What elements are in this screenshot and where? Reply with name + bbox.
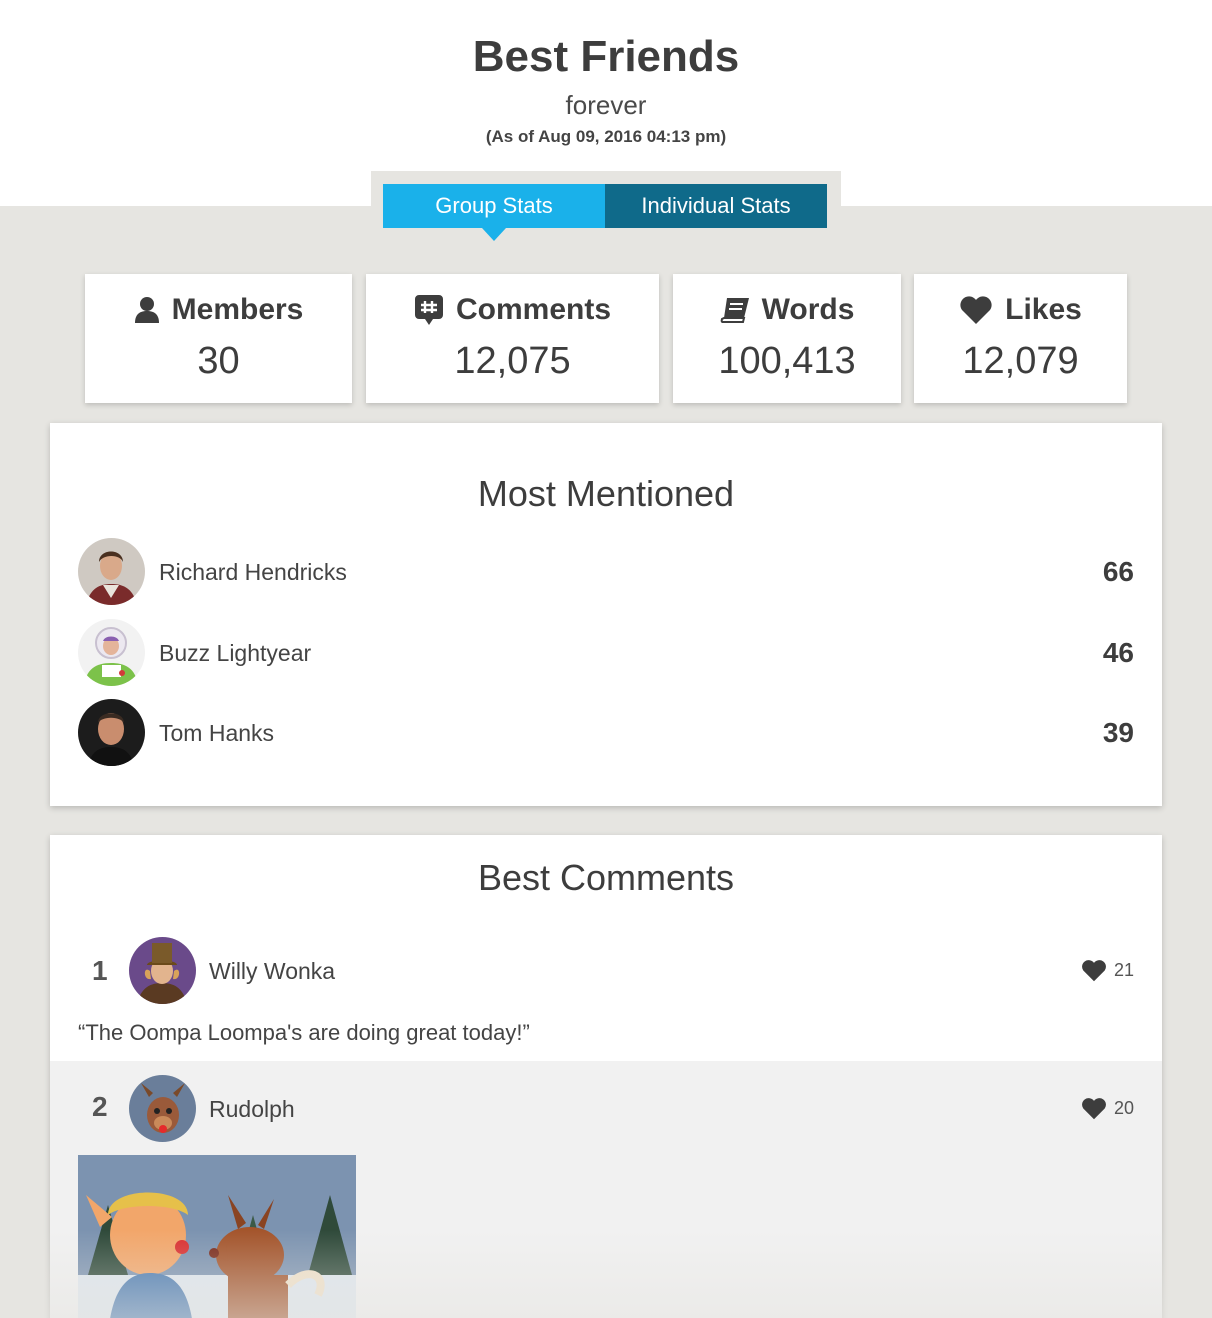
avatar bbox=[78, 699, 145, 766]
comment-likes: 21 bbox=[1081, 959, 1134, 982]
heart-icon bbox=[1082, 1098, 1106, 1120]
stat-label-likes: Likes bbox=[1005, 293, 1082, 326]
mentioned-row[interactable]: Buzz Lightyear 46 bbox=[50, 619, 1162, 687]
stat-label-words: Words bbox=[761, 293, 855, 326]
chat-hash-icon bbox=[414, 295, 443, 325]
mentioned-row[interactable]: Richard Hendricks 66 bbox=[50, 538, 1162, 606]
stat-label-comments: Comments bbox=[455, 293, 612, 326]
comment-item[interactable]: 2 Rudolph 20 bbox=[50, 1061, 1162, 1318]
comment-text: “The Oompa Loompa's are doing great toda… bbox=[78, 1020, 530, 1045]
tab-group-stats[interactable]: Group Stats bbox=[383, 184, 605, 228]
avatar bbox=[129, 1075, 196, 1142]
comment-likes: 20 bbox=[1081, 1097, 1134, 1120]
mentioned-row[interactable]: Tom Hanks 39 bbox=[50, 699, 1162, 767]
heart-icon bbox=[960, 296, 992, 324]
stat-value-words: 100,413 bbox=[718, 340, 856, 382]
group-subtitle: forever bbox=[565, 90, 647, 120]
avatar bbox=[78, 538, 145, 605]
mention-count: 66 bbox=[1102, 556, 1134, 587]
avatar bbox=[129, 937, 196, 1004]
user-icon bbox=[134, 297, 159, 323]
person-name: Buzz Lightyear bbox=[159, 640, 312, 666]
stat-card-members: Members 30 bbox=[85, 274, 352, 403]
as-of-timestamp: (As of Aug 09, 2016 04:13 pm) bbox=[485, 127, 727, 146]
active-tab-pointer bbox=[482, 228, 506, 241]
mention-count: 46 bbox=[1102, 637, 1134, 668]
comment-like-count: 21 bbox=[1113, 960, 1134, 980]
stat-label-members: Members bbox=[171, 293, 304, 326]
group-title: Best Friends bbox=[472, 32, 740, 81]
most-mentioned-title: Most Mentioned bbox=[477, 473, 735, 514]
stat-card-likes: Likes 12,079 bbox=[914, 274, 1127, 403]
comment-photo[interactable] bbox=[78, 1155, 356, 1318]
heart-icon bbox=[1082, 960, 1106, 982]
person-name: Tom Hanks bbox=[159, 720, 275, 746]
person-name: Richard Hendricks bbox=[159, 559, 347, 585]
comment-item[interactable]: 1 Willy Wonka 21 “The Oompa Loompa's are… bbox=[50, 925, 1162, 1061]
comment-rank: 1 bbox=[92, 955, 108, 986]
best-comments-title: Best Comments bbox=[477, 857, 735, 898]
tab-individual-stats[interactable]: Individual Stats bbox=[605, 184, 827, 228]
book-icon bbox=[720, 298, 749, 323]
best-comments-card: Best Comments 1 Willy Wonka 21 “The Oomp… bbox=[50, 835, 1162, 1318]
comment-like-count: 20 bbox=[1113, 1098, 1134, 1118]
commenter-name: Rudolph bbox=[209, 1096, 295, 1122]
stat-card-comments: Comments 12,075 bbox=[366, 274, 659, 403]
avatar bbox=[78, 619, 145, 686]
stat-value-members: 30 bbox=[197, 340, 240, 382]
mention-count: 39 bbox=[1102, 717, 1134, 748]
stat-card-words: Words 100,413 bbox=[673, 274, 901, 403]
commenter-name: Willy Wonka bbox=[209, 958, 336, 984]
most-mentioned-card: Most Mentioned Richard Hendricks 66 Buzz… bbox=[50, 423, 1162, 806]
comment-rank: 2 bbox=[92, 1091, 108, 1122]
stat-value-comments: 12,075 bbox=[454, 340, 571, 382]
stat-value-likes: 12,079 bbox=[962, 340, 1079, 382]
